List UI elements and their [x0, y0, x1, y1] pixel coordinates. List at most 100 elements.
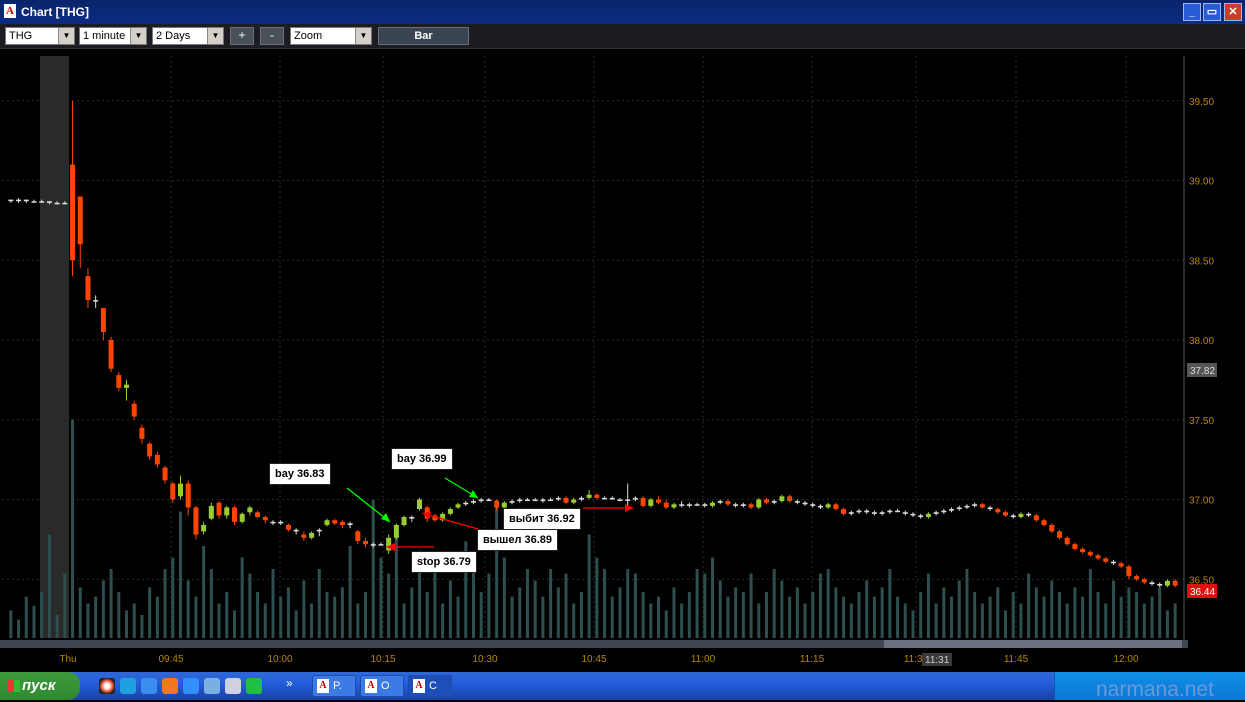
volume-bar — [973, 592, 977, 638]
volume-bar — [980, 603, 984, 638]
candle — [1095, 553, 1101, 561]
bar-type-button[interactable]: Bar — [378, 27, 469, 45]
candle-body — [879, 512, 885, 514]
candle-body — [1095, 555, 1101, 559]
chrome-icon[interactable] — [183, 678, 199, 694]
chevron-down-icon[interactable]: ▼ — [58, 28, 74, 44]
range-value: 2 Days — [156, 30, 191, 42]
candle-body — [779, 496, 785, 502]
x-tick-label: 10:30 — [472, 654, 497, 665]
range-select[interactable]: 2 Days ▼ — [152, 27, 224, 45]
candle — [1087, 550, 1093, 557]
candle-body — [1126, 566, 1132, 577]
candle — [247, 505, 253, 516]
volume-bar — [687, 592, 691, 638]
save-icon[interactable] — [225, 678, 241, 694]
candle-body — [548, 499, 554, 501]
candle — [663, 499, 669, 510]
candle-body — [501, 502, 507, 508]
candle — [309, 531, 315, 540]
volume-bar — [1019, 603, 1023, 638]
symbol-select[interactable]: THG ▼ — [5, 27, 75, 45]
candle-body — [262, 517, 268, 521]
candle-body — [108, 340, 114, 369]
volume-bar — [880, 587, 884, 638]
candle-body — [810, 504, 816, 506]
volume-bar — [772, 569, 776, 638]
browser-icon[interactable] — [99, 678, 115, 694]
price-chart[interactable]: 39.5039.0038.5038.0037.5037.0036.50 Thu 0… — [0, 48, 1245, 672]
candle — [555, 496, 561, 502]
candle-body — [656, 499, 662, 503]
candle — [787, 494, 793, 503]
maximize-button[interactable]: ▭ — [1203, 3, 1221, 21]
task-button-1[interactable]: A P. — [312, 675, 356, 697]
volume-bar — [209, 569, 213, 638]
candle-body — [463, 502, 469, 505]
volume-bar — [549, 569, 553, 638]
candle-body — [1033, 515, 1039, 521]
volume-bar — [541, 596, 545, 638]
volume-bar — [726, 596, 730, 638]
volume-bar — [40, 592, 44, 638]
zoom-out-button[interactable]: - — [260, 27, 284, 45]
task-button-3[interactable]: A C — [408, 675, 452, 697]
volume-bar — [664, 610, 668, 638]
volume-bar — [109, 569, 113, 638]
candle-body — [1026, 513, 1032, 516]
skype-icon[interactable] — [120, 678, 136, 694]
volume-bar — [163, 569, 167, 638]
candle — [494, 499, 500, 511]
candle-body — [1072, 544, 1078, 549]
window-titlebar[interactable]: A Chart [THG] _ ▭ ✕ — [0, 0, 1245, 24]
candle — [694, 502, 700, 506]
volume-bar — [788, 596, 792, 638]
candle — [478, 497, 484, 503]
candle-body — [895, 510, 901, 513]
volume-bar — [734, 587, 738, 638]
candle-body — [617, 499, 623, 501]
volume-bar — [1042, 596, 1046, 638]
volume-bar — [340, 587, 344, 638]
x-tick-label: 11:15 — [800, 654, 825, 665]
candle — [864, 509, 870, 514]
volume-bar — [356, 603, 360, 638]
volume-bar — [934, 603, 938, 638]
scrollbar-thumb[interactable] — [884, 640, 1182, 648]
volume-bar — [618, 587, 622, 638]
volume-bar — [818, 573, 822, 638]
start-button[interactable]: пуск — [0, 672, 80, 700]
chevron-down-icon[interactable]: ▼ — [207, 28, 223, 44]
volume-bar — [302, 580, 306, 638]
candle-body — [409, 517, 415, 519]
candle — [949, 507, 955, 513]
candle — [1018, 512, 1024, 519]
chevron-down-icon[interactable]: ▼ — [130, 28, 146, 44]
candle-body — [447, 509, 453, 514]
minimize-button[interactable]: _ — [1183, 3, 1201, 21]
volume-bar — [325, 592, 329, 638]
candle — [987, 505, 993, 511]
candle — [548, 497, 554, 502]
zoom-select[interactable]: Zoom ▼ — [290, 27, 372, 45]
candle — [686, 502, 692, 508]
interval-select[interactable]: 1 minute ▼ — [79, 27, 147, 45]
more-quicklaunch[interactable]: » — [286, 676, 293, 690]
candle-body — [370, 544, 376, 546]
zoom-in-button[interactable]: + — [230, 27, 254, 45]
candle-body — [663, 502, 669, 508]
candle-body — [1118, 563, 1124, 567]
chevron-down-icon[interactable]: ▼ — [355, 28, 371, 44]
desktop-icon[interactable] — [204, 678, 220, 694]
firefox-icon[interactable] — [162, 678, 178, 694]
ie-icon[interactable] — [141, 678, 157, 694]
candle — [841, 507, 847, 516]
volume-bar — [171, 557, 175, 638]
close-button[interactable]: ✕ — [1224, 3, 1242, 21]
watermark: narmana.net — [1096, 678, 1214, 701]
task-button-2[interactable]: A O — [360, 675, 404, 697]
volume-bar — [78, 587, 82, 638]
candle — [93, 295, 99, 309]
app-green-icon[interactable] — [246, 678, 262, 694]
candle-body — [162, 467, 168, 481]
